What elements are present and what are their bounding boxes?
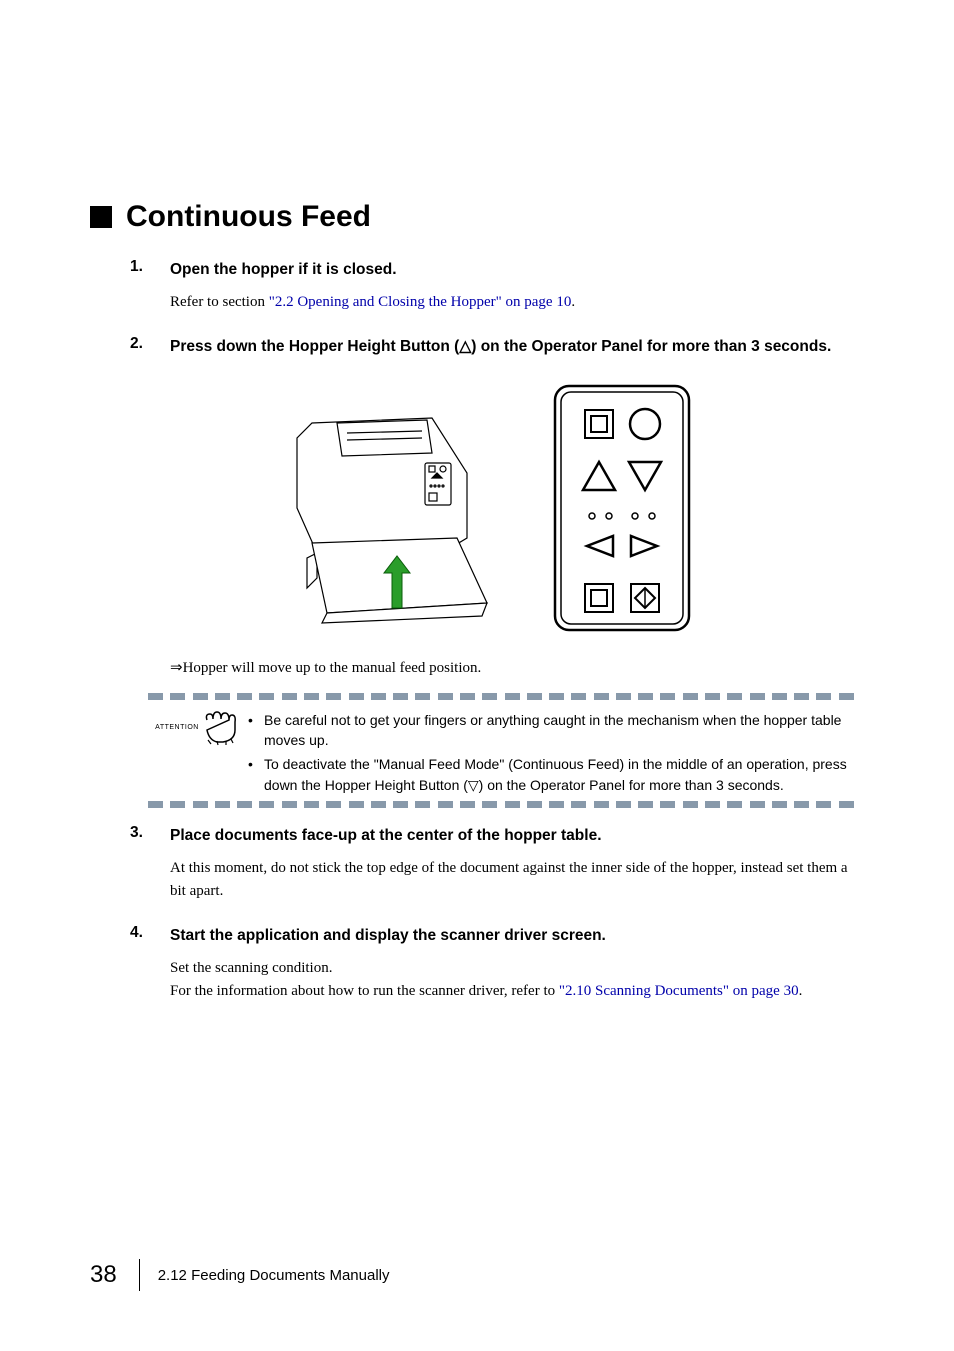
- step-body: Set the scanning condition. For the info…: [170, 957, 864, 1004]
- text-suffix: .: [571, 294, 575, 310]
- step-body: At this moment, do not stick the top edg…: [170, 857, 864, 904]
- section-title: Continuous Feed: [126, 200, 371, 234]
- footer-section-text: 2.12 Feeding Documents Manually: [158, 1267, 390, 1284]
- step-label: Press down the Hopper Height Button (△) …: [170, 335, 864, 358]
- operator-panel-icon: [547, 378, 697, 638]
- page-number: 38: [90, 1261, 139, 1289]
- step-4: 4. Start the application and display the…: [90, 924, 864, 1004]
- figure-row: [90, 378, 864, 638]
- text-suffix: .: [799, 983, 803, 999]
- page-footer: 38 2.12 Feeding Documents Manually: [90, 1259, 390, 1291]
- step-label: Start the application and display the sc…: [170, 924, 864, 947]
- step-number: 1.: [130, 258, 170, 276]
- body-line: Set the scanning condition.: [170, 957, 864, 980]
- cross-reference-link[interactable]: "2.2 Opening and Closing the Hopper" on …: [269, 294, 572, 310]
- step-number: 2.: [130, 335, 170, 353]
- step-label: Open the hopper if it is closed.: [170, 258, 864, 281]
- step-number: 3.: [130, 824, 170, 842]
- section-header: Continuous Feed: [90, 200, 864, 234]
- step-number: 4.: [130, 924, 170, 942]
- attention-box: ATTENTION •Be careful not to get your fi…: [148, 693, 854, 808]
- text-prefix: Refer to section: [170, 294, 269, 310]
- step-3: 3. Place documents face-up at the center…: [90, 824, 864, 904]
- attention-icon-column: ATTENTION: [148, 710, 248, 746]
- step-1: 1. Open the hopper if it is closed. Refe…: [90, 258, 864, 315]
- section-marker-icon: [90, 206, 112, 228]
- result-text: ⇒Hopper will move up to the manual feed …: [170, 658, 864, 677]
- step-body: Refer to section "2.2 Opening and Closin…: [170, 291, 864, 314]
- bullet-icon: •: [248, 710, 264, 751]
- attention-item: To deactivate the "Manual Feed Mode" (Co…: [264, 754, 854, 795]
- attention-hand-icon: [201, 710, 241, 746]
- step-2: 2. Press down the Hopper Height Button (…: [90, 335, 864, 358]
- attention-item: Be careful not to get your fingers or an…: [264, 710, 854, 751]
- attention-label: ATTENTION: [155, 724, 199, 731]
- scanner-illustration-icon: [257, 378, 517, 638]
- footer-divider-icon: [139, 1259, 140, 1291]
- divider-bottom-icon: [148, 801, 854, 808]
- attention-text: •Be careful not to get your fingers or a…: [248, 710, 854, 799]
- divider-top-icon: [148, 693, 854, 700]
- bullet-icon: •: [248, 754, 264, 795]
- step-label: Place documents face-up at the center of…: [170, 824, 864, 847]
- cross-reference-link[interactable]: "2.10 Scanning Documents" on page 30: [559, 983, 799, 999]
- text-prefix: For the information about how to run the…: [170, 983, 559, 999]
